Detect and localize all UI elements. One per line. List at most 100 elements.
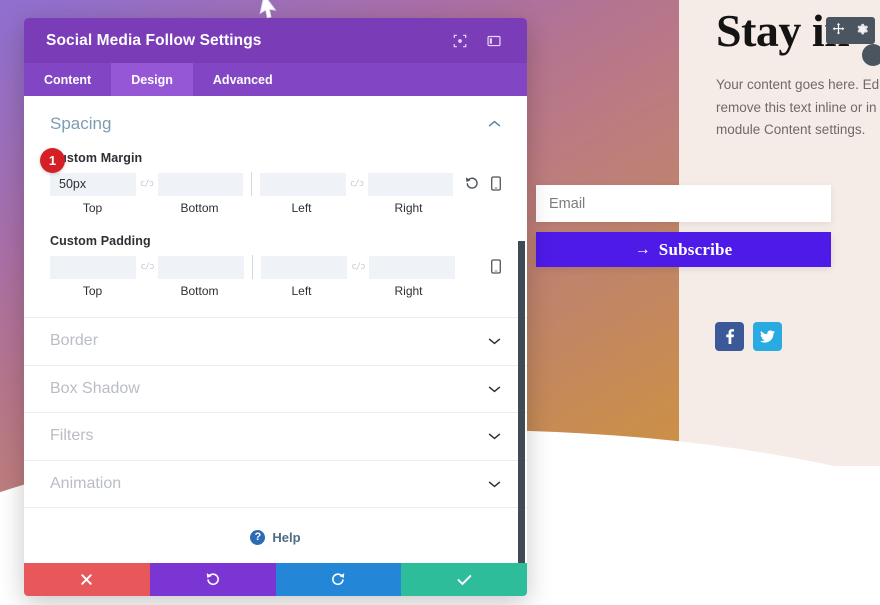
padding-labels: Top Bottom Left Right	[50, 284, 501, 298]
mobile-glyph	[491, 175, 501, 191]
settings-panel-body: Spacing Custom Margin 1 50px c/ɔ c/ɔ Top…	[24, 96, 527, 563]
section-border-label: Border	[50, 332, 99, 350]
margin-left-label: Left	[291, 201, 312, 215]
module-floating-toolbar[interactable]	[826, 17, 875, 44]
check-icon	[457, 574, 471, 585]
margin-top-input[interactable]: 50px	[50, 172, 136, 196]
section-animation-label: Animation	[50, 474, 122, 492]
spacing-section: Spacing Custom Margin 1 50px c/ɔ c/ɔ Top…	[24, 96, 527, 298]
arrow-right-icon: →	[634, 240, 651, 258]
link-broken-icon[interactable]: c/ɔ	[136, 262, 158, 272]
modal-title: Social Media Follow Settings	[46, 31, 262, 49]
facebook-icon[interactable]	[715, 322, 744, 351]
chevron-down-icon[interactable]	[488, 334, 501, 348]
settings-tab-bar: Content Design Advanced	[24, 63, 527, 96]
chevron-up-icon[interactable]	[488, 118, 501, 130]
chevron-down-glyph	[488, 481, 501, 488]
layout-panel-glyph	[487, 35, 501, 46]
divider	[251, 172, 252, 196]
custom-margin-inputs: 50px c/ɔ c/ɔ	[50, 172, 501, 196]
layout-panel-icon[interactable]	[483, 30, 505, 52]
module-toolbar-handle[interactable]	[862, 44, 880, 66]
margin-labels: Top Bottom Left Right	[50, 201, 501, 215]
link-broken-icon[interactable]: c/ɔ	[136, 179, 158, 189]
twitter-icon[interactable]	[753, 322, 782, 351]
padding-left-label: Left	[291, 284, 312, 298]
focus-target-icon[interactable]	[449, 30, 471, 52]
subscribe-button-label: Subscribe	[658, 239, 733, 259]
padding-top-label: Top	[82, 284, 103, 298]
modal-action-bar	[24, 563, 527, 596]
padding-bottom-input[interactable]	[158, 255, 244, 279]
custom-padding-group: Custom Padding c/ɔ c/ɔ Top Bottom Left R…	[50, 234, 501, 298]
link-broken-icon[interactable]: c/ɔ	[346, 179, 368, 189]
custom-padding-inputs: c/ɔ c/ɔ	[50, 255, 501, 279]
move-arrows-glyph	[832, 23, 845, 35]
chevron-down-glyph	[488, 338, 501, 345]
chevron-down-icon[interactable]	[488, 477, 501, 491]
padding-top-input[interactable]	[50, 255, 136, 279]
custom-padding-label: Custom Padding	[50, 234, 151, 248]
responsive-mobile-icon[interactable]	[491, 175, 501, 193]
undo-icon	[206, 573, 220, 586]
margin-top-label: Top	[82, 201, 103, 215]
tab-design[interactable]: Design	[111, 63, 193, 96]
focus-target-glyph	[453, 34, 467, 47]
help-link[interactable]: ? Help	[24, 508, 527, 563]
email-placeholder: Email	[549, 195, 586, 212]
tab-advanced[interactable]: Advanced	[193, 63, 293, 96]
margin-left-input[interactable]	[260, 172, 346, 196]
section-box-shadow[interactable]: Box Shadow	[24, 366, 527, 413]
mouse-cursor-icon	[259, 0, 277, 19]
divider	[252, 255, 253, 279]
tab-content[interactable]: Content	[24, 63, 111, 96]
margin-bottom-label: Bottom	[180, 201, 219, 215]
twitter-glyph	[760, 330, 775, 343]
reset-glyph	[465, 177, 478, 189]
social-follow-row	[715, 322, 782, 351]
margin-row-actions	[465, 175, 501, 193]
save-button[interactable]	[401, 563, 527, 596]
section-box-shadow-label: Box Shadow	[50, 379, 140, 397]
help-label: Help	[272, 529, 301, 545]
move-icon[interactable]	[832, 23, 845, 38]
close-icon	[81, 574, 93, 585]
chevron-down-glyph	[488, 386, 501, 393]
spacing-section-title: Spacing	[50, 113, 112, 133]
padding-right-label: Right	[394, 284, 423, 298]
email-input[interactable]: Email	[536, 185, 831, 222]
facebook-glyph	[726, 329, 735, 344]
subscribe-button[interactable]: → Subscribe	[536, 232, 831, 267]
module-settings-modal: Social Media Follow Settings Content Des…	[24, 18, 527, 596]
margin-right-label: Right	[394, 201, 423, 215]
help-icon: ?	[250, 529, 266, 545]
mobile-glyph	[491, 258, 501, 274]
section-border[interactable]: Border	[24, 318, 527, 366]
section-filters-label: Filters	[50, 427, 94, 445]
redo-button[interactable]	[275, 563, 402, 596]
step-badge-1: 1	[40, 148, 65, 173]
padding-row-actions	[491, 258, 501, 276]
padding-left-input[interactable]	[261, 255, 347, 279]
chevron-up-glyph	[488, 120, 501, 127]
section-filters[interactable]: Filters	[24, 413, 527, 461]
undo-button[interactable]	[149, 563, 276, 596]
section-animation[interactable]: Animation	[24, 461, 527, 508]
chevron-down-glyph	[488, 433, 501, 440]
collapsed-sections: Border Box Shadow Filters Animation	[24, 317, 527, 508]
responsive-mobile-icon[interactable]	[491, 258, 501, 276]
padding-bottom-label: Bottom	[180, 284, 219, 298]
padding-right-input[interactable]	[369, 255, 455, 279]
custom-margin-group: Custom Margin 1 50px c/ɔ c/ɔ Top Bottom …	[40, 148, 501, 215]
chevron-down-icon[interactable]	[488, 429, 501, 443]
reset-icon[interactable]	[465, 176, 479, 192]
panel-scrollbar[interactable]	[518, 241, 525, 563]
cancel-button[interactable]	[24, 563, 150, 596]
chevron-down-icon[interactable]	[488, 382, 501, 396]
redo-icon	[331, 573, 345, 586]
margin-bottom-input[interactable]	[157, 172, 243, 196]
gear-icon[interactable]	[856, 23, 869, 38]
margin-right-input[interactable]	[367, 172, 453, 196]
link-broken-icon[interactable]: c/ɔ	[347, 262, 369, 272]
spacing-section-header[interactable]: Spacing	[50, 96, 501, 151]
